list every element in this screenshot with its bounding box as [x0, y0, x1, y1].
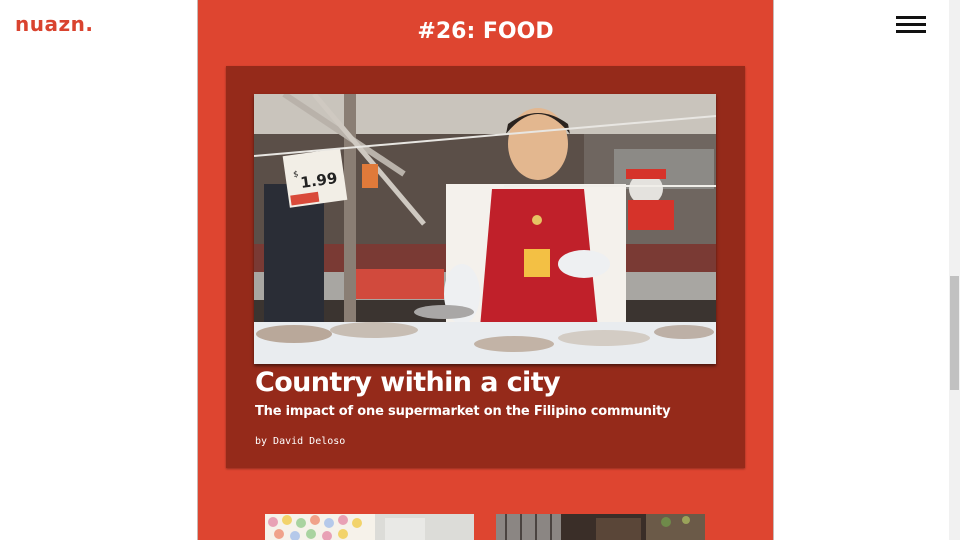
site-logo[interactable]: nuazn. [15, 12, 93, 36]
feature-photo[interactable]: 1.99 $ [254, 94, 716, 364]
scrollbar-track[interactable] [949, 0, 960, 540]
feature-headline[interactable]: Country within a city [255, 367, 561, 398]
article-thumbnail-left[interactable] [265, 514, 474, 540]
feature-byline: by David Deloso [255, 436, 346, 447]
feature-article-card[interactable]: 1.99 $ Country within a city The impact … [226, 66, 745, 468]
article-thumbnail-right[interactable] [496, 514, 705, 540]
hamburger-menu-icon[interactable] [896, 14, 927, 36]
scrollbar-thumb[interactable] [950, 276, 959, 390]
issue-title: #26: FOOD [417, 19, 554, 44]
feature-subheadline: The impact of one supermarket on the Fil… [255, 404, 671, 419]
